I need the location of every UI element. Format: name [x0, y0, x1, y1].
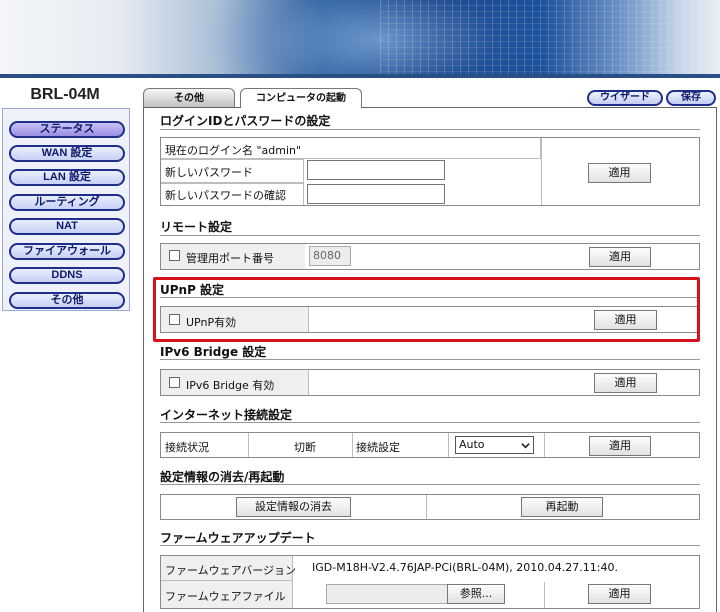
section-rule	[160, 235, 700, 236]
banner-pattern	[380, 0, 720, 78]
chevron-down-icon	[521, 443, 530, 449]
firmware-divider	[544, 582, 545, 608]
wizard-button[interactable]: ウイザード	[587, 90, 663, 106]
firmware-version-value: IGD-M18H-V2.4.76JAP-PCi(BRL-04M), 2010.0…	[312, 561, 618, 574]
ipv6-apply-button[interactable]: 適用	[594, 373, 657, 393]
login-apply-button[interactable]: 適用	[588, 163, 651, 183]
device-model: BRL-04M	[30, 86, 100, 103]
section-rule	[160, 359, 700, 360]
section-rule	[160, 422, 700, 423]
remote-apply-button[interactable]: 適用	[589, 247, 651, 267]
nav-nat-button[interactable]: NAT	[9, 218, 125, 235]
reset-divider	[426, 495, 427, 519]
nav-firewall-button[interactable]: ファイアウォール	[9, 243, 125, 260]
new-password-input[interactable]	[307, 160, 445, 180]
confirm-password-input[interactable]	[307, 184, 445, 204]
firmware-section-title: ファームウェアアップデート	[160, 531, 316, 545]
connection-setting-label: 接続設定	[356, 441, 400, 454]
nav-routing-button[interactable]: ルーティング	[9, 194, 125, 211]
section-rule	[160, 129, 700, 130]
connection-setting-select[interactable]: Auto	[455, 436, 534, 454]
internet-section-title: インターネット接続設定	[160, 408, 293, 422]
header-banner	[0, 0, 720, 78]
internet-divider	[544, 433, 545, 457]
connection-status-value: 切断	[294, 441, 316, 454]
remote-port-label: 管理用ポート番号	[186, 252, 274, 265]
firmware-version-label: ファームウェアバージョン	[165, 564, 297, 577]
current-login-text: 現在のログイン名 "admin"	[165, 144, 302, 157]
nav-other-button[interactable]: その他	[9, 292, 125, 309]
banner-stripe	[0, 74, 720, 78]
login-section-title: ログインIDとパスワードの設定	[160, 114, 331, 128]
sidebar-nav: ステータス WAN 設定 LAN 設定 ルーティング NAT ファイアウォール …	[2, 108, 130, 311]
reboot-button[interactable]: 再起動	[521, 497, 603, 517]
login-divider	[541, 138, 542, 205]
browse-button[interactable]: 参照...	[447, 584, 505, 604]
connection-status-label: 接続状況	[165, 441, 209, 454]
confirm-password-label: 新しいパスワードの確認	[165, 189, 286, 202]
section-rule	[160, 484, 700, 485]
reset-section-title: 設定情報の消去/再起動	[160, 470, 285, 484]
firmware-file-input[interactable]	[326, 584, 448, 604]
internet-apply-button[interactable]: 適用	[589, 436, 651, 456]
nav-wan-button[interactable]: WAN 設定	[9, 145, 125, 162]
ipv6-label: IPv6 Bridge 有効	[186, 379, 275, 392]
ipv6-checkbox[interactable]	[169, 377, 180, 388]
nav-lan-button[interactable]: LAN 設定	[9, 169, 125, 186]
remote-port-input[interactable]: 8080	[309, 246, 351, 266]
ipv6-section-title: IPv6 Bridge 設定	[160, 345, 267, 359]
save-button[interactable]: 保存	[666, 90, 716, 106]
firmware-file-label: ファームウェアファイル	[165, 590, 286, 603]
tab-other[interactable]: その他	[143, 88, 235, 108]
upnp-highlight-box	[153, 277, 700, 342]
tab-computer-boot[interactable]: コンピュータの起動	[240, 88, 362, 108]
section-rule	[160, 545, 700, 546]
nav-status-button[interactable]: ステータス	[9, 121, 125, 138]
connection-setting-value: Auto	[459, 438, 485, 451]
clear-settings-button[interactable]: 設定情報の消去	[236, 497, 351, 517]
new-password-label: 新しいパスワード	[165, 166, 253, 179]
remote-section-title: リモート設定	[160, 220, 233, 234]
nav-ddns-button[interactable]: DDNS	[9, 267, 125, 284]
remote-port-checkbox[interactable]	[169, 250, 180, 261]
firmware-apply-button[interactable]: 適用	[588, 584, 651, 604]
